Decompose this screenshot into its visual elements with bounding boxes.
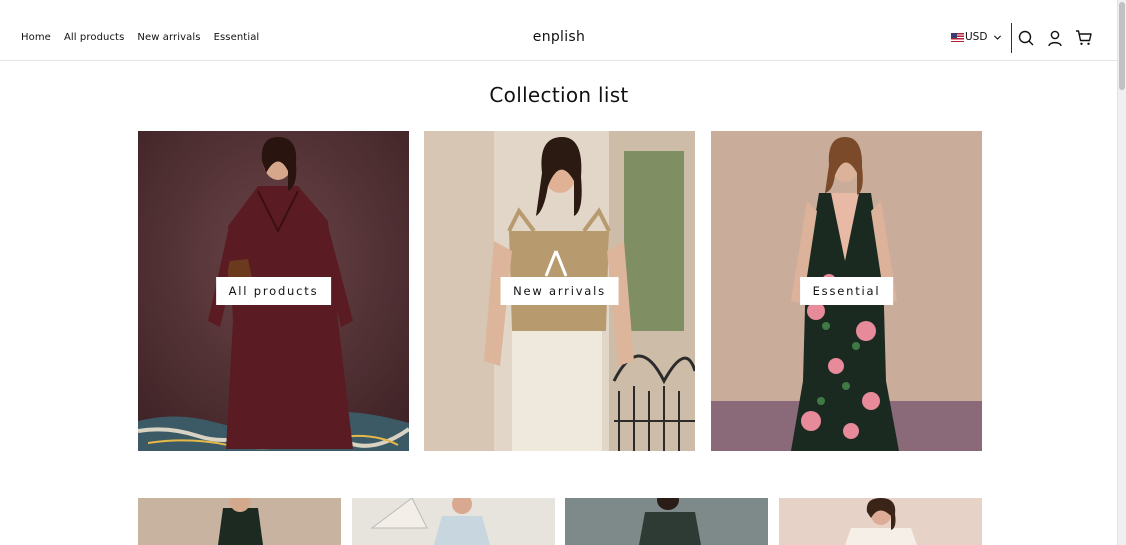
chevron-down-icon xyxy=(994,34,1002,40)
header-divider xyxy=(1011,23,1012,53)
collection-card-all-products[interactable]: All products xyxy=(138,131,409,451)
cart-icon[interactable] xyxy=(1075,29,1093,47)
product-thumb-image xyxy=(845,498,917,545)
currency-code: USD xyxy=(965,31,988,43)
currency-selector[interactable]: USD xyxy=(951,31,1002,43)
search-icon[interactable] xyxy=(1017,29,1035,47)
product-thumb[interactable] xyxy=(565,498,768,545)
account-icon[interactable] xyxy=(1046,29,1064,47)
product-thumb[interactable] xyxy=(779,498,982,545)
collection-label: All products xyxy=(215,277,332,305)
product-thumb-image xyxy=(370,498,490,545)
product-thumb[interactable] xyxy=(352,498,555,545)
collection-card-new-arrivals[interactable]: New arrivals xyxy=(424,131,695,451)
us-flag-icon xyxy=(951,32,964,42)
scrollbar-thumb[interactable] xyxy=(1119,2,1125,90)
site-header: Home All products New arrivals Essential… xyxy=(0,0,1118,61)
collection-label: New arrivals xyxy=(500,277,619,305)
product-thumb-image xyxy=(218,498,263,545)
page-scrollbar[interactable] xyxy=(1117,0,1126,545)
collection-label: Essential xyxy=(799,277,894,305)
page-title: Collection list xyxy=(489,83,629,107)
product-thumb[interactable] xyxy=(138,498,341,545)
collection-card-essential[interactable]: Essential xyxy=(711,131,982,451)
product-thumb-image xyxy=(639,498,701,545)
